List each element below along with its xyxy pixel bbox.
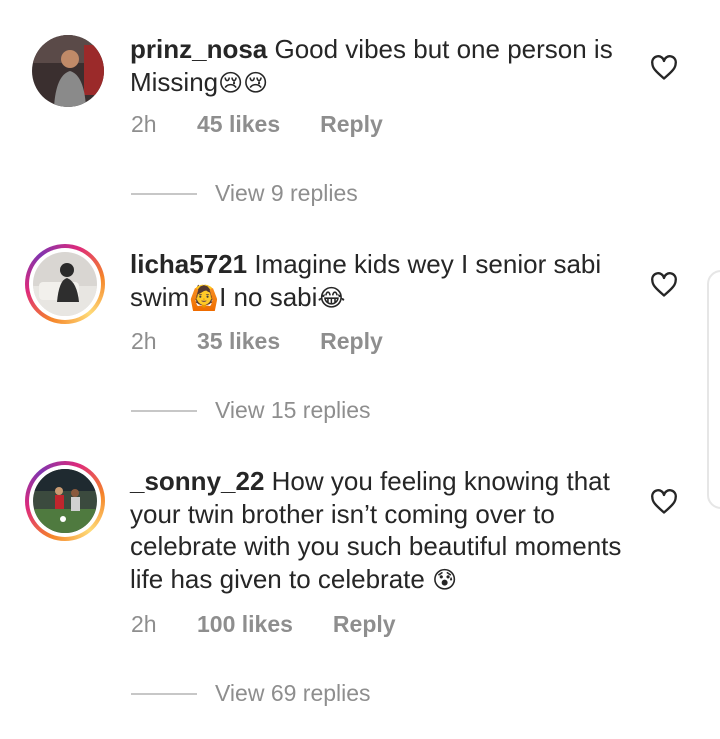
avatar-image [33,469,97,533]
view-replies-button[interactable]: View 69 replies [131,680,371,707]
replies-divider-line [131,409,197,412]
reply-button[interactable]: Reply [333,611,396,638]
comment-username[interactable]: _sonny_22 [130,466,264,496]
person-gesturing-ok-emoji: 🙆 [189,283,220,312]
anxious-face-emoji: 😰 [432,565,458,594]
replies-divider-line [131,192,197,195]
avatar-story-ring[interactable] [25,244,105,324]
avatar-story-ring[interactable] [25,461,105,541]
heart-outline-icon[interactable] [650,272,678,298]
comment-likes[interactable]: 45 likes [197,111,280,138]
comment-meta: 2h 45 likes Reply [131,111,383,138]
comment-body: _sonny_22 How you feeling knowing that y… [130,465,630,596]
replies-divider-line [131,692,197,695]
view-replies-label: View 15 replies [215,397,371,423]
comment-meta: 2h 35 likes Reply [131,328,383,355]
comment-body: prinz_nosa Good vibes but one person is … [130,33,630,99]
comment-likes[interactable]: 35 likes [197,328,280,355]
comment-username[interactable]: prinz_nosa [130,34,267,64]
comment-time: 2h [131,611,157,637]
overlay-panel-edge [707,270,720,509]
heart-outline-icon[interactable] [650,489,678,515]
comment-likes[interactable]: 100 likes [197,611,293,638]
view-replies-button[interactable]: View 15 replies [131,397,371,424]
view-replies-label: View 69 replies [215,680,371,706]
view-replies-button[interactable]: View 9 replies [131,180,358,207]
reply-button[interactable]: Reply [320,328,383,355]
view-replies-label: View 9 replies [215,180,358,206]
comment-time: 2h [131,328,157,354]
comment-meta: 2h 100 likes Reply [131,611,396,638]
comment-body: licha5721 Imagine kids wey I senior sabi… [130,248,630,314]
avatar-image [33,252,97,316]
comment-time: 2h [131,111,157,137]
avatar[interactable] [32,35,104,107]
comment-text-continued: I no sabi [219,281,318,312]
avatar-image [32,35,104,107]
reply-button[interactable]: Reply [320,111,383,138]
tears-of-joy-emoji: 😂 [317,283,346,312]
heart-outline-icon[interactable] [650,55,678,81]
crying-face-emoji: 😢😢 [218,68,269,97]
comment-username[interactable]: licha5721 [130,249,247,279]
